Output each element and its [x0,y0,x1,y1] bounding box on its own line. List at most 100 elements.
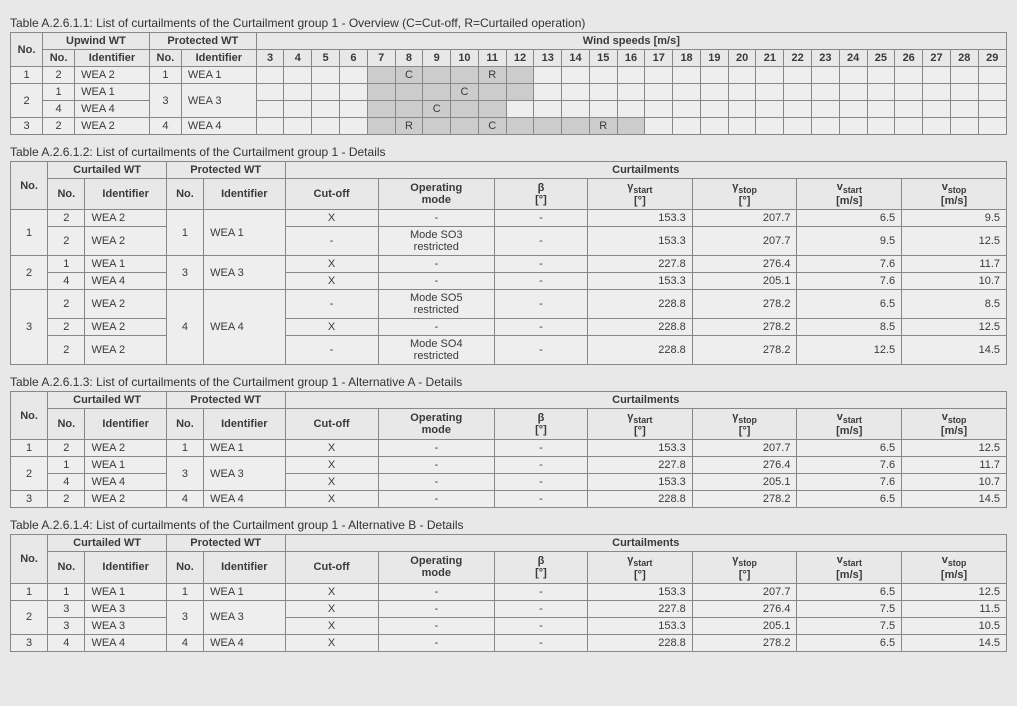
cell-curt-id: WEA 2 [85,319,166,336]
col-ws-24: 24 [839,50,867,67]
col-cutoff: Cut-off [285,552,378,583]
ws-cell [589,101,617,118]
cell-prot-no: 4 [149,118,181,135]
ws-cell [950,118,978,135]
ws-cell: R [589,118,617,135]
ws-cell [839,84,867,101]
cell-prot-no: 3 [166,457,203,491]
col-ws-10: 10 [451,50,479,67]
col-curt-id: Identifier [85,409,166,440]
ws-cell [312,101,340,118]
cell-curt-no: 4 [48,634,85,651]
cell-beta: - [494,273,587,290]
cell-curt-id: WEA 4 [85,273,166,290]
ws-cell [673,101,701,118]
cell-curt-no: 2 [48,210,85,227]
cell-cutoff: - [285,290,378,319]
cell-gstop: 207.7 [692,440,797,457]
ws-cell [673,67,701,84]
cell-cutoff: X [285,457,378,474]
cell-vstart: 8.5 [797,319,902,336]
cell-prot-id: WEA 1 [204,440,285,457]
cell-beta: - [494,440,587,457]
col-gstop: γstop[°] [692,179,797,210]
cell-curt-id: WEA 2 [85,290,166,319]
cell-no: 3 [11,634,48,651]
col-ws-3: 3 [256,50,284,67]
cell-prot-id: WEA 3 [181,84,256,118]
ws-cell: C [395,67,423,84]
cell-beta: - [494,336,587,365]
ws-cell [839,118,867,135]
cell-gstop: 278.2 [692,319,797,336]
cell-curt-no: 2 [48,290,85,319]
cell-opmode: Mode SO4restricted [378,336,494,365]
cell-prot-no: 3 [166,256,203,290]
cell-vstart: 6.5 [797,210,902,227]
col-ws-20: 20 [728,50,756,67]
col-prot-id: Identifier [204,179,285,210]
cell-vstop: 9.5 [902,210,1007,227]
col-prot-id: Identifier [204,409,285,440]
cell-cutoff: X [285,634,378,651]
ws-cell [506,84,534,101]
cell-gstart: 153.3 [588,474,693,491]
ws-cell [839,101,867,118]
group-protected: Protected WT [166,392,285,409]
ws-cell [895,84,923,101]
cell-beta: - [494,634,587,651]
col-ws-23: 23 [812,50,840,67]
col-opmode: Operatingmode [378,552,494,583]
ws-cell [423,84,451,101]
cell-no: 3 [11,118,43,135]
cell-no: 2 [11,600,48,634]
col-ws-21: 21 [756,50,784,67]
cell-cutoff: - [285,336,378,365]
ws-cell [950,67,978,84]
cell-vstop: 12.5 [902,319,1007,336]
ws-cell [340,67,368,84]
cell-vstop: 11.7 [902,457,1007,474]
cell-prot-no: 1 [166,583,203,600]
col-ws-17: 17 [645,50,673,67]
ws-cell [534,101,562,118]
cell-vstop: 12.5 [902,227,1007,256]
cell-opmode: - [378,457,494,474]
details-row: 2WEA 2-Mode SO4restricted-228.8278.212.5… [11,336,1007,365]
ws-cell [367,84,395,101]
cell-beta: - [494,319,587,336]
col-opmode: Operatingmode [378,179,494,210]
col-vstop: vstop[m/s] [902,179,1007,210]
cell-curt-id: WEA 1 [85,457,166,474]
ws-cell [784,101,812,118]
cell-upwind-id: WEA 1 [75,84,150,101]
cell-vstart: 12.5 [797,336,902,365]
ws-cell [451,67,479,84]
alt-b-block: Table A.2.6.1.4: List of curtailments of… [10,518,1007,651]
ws-cell [756,118,784,135]
col-prot-id: Identifier [181,50,256,67]
ws-cell [340,84,368,101]
details-row: 12WEA 21WEA 1X--153.3207.76.59.5 [11,210,1007,227]
col-ws-28: 28 [950,50,978,67]
cell-gstop: 205.1 [692,617,797,634]
cell-gstop: 276.4 [692,457,797,474]
ws-cell [506,118,534,135]
cell-opmode: - [378,474,494,491]
ws-cell [478,84,506,101]
ws-cell [312,67,340,84]
cell-curt-id: WEA 2 [85,491,166,508]
cell-curt-no: 1 [48,256,85,273]
col-gstop: γstop[°] [692,409,797,440]
cell-curt-no: 2 [48,336,85,365]
ws-cell [645,118,673,135]
ws-cell [340,101,368,118]
ws-cell [534,67,562,84]
ws-cell [728,84,756,101]
group-windspeeds: Wind speeds [m/s] [256,33,1006,50]
cell-opmode: - [378,440,494,457]
col-curt-id: Identifier [85,179,166,210]
cell-gstart: 228.8 [588,319,693,336]
col-vstart: vstart[m/s] [797,179,902,210]
cell-opmode: - [378,491,494,508]
